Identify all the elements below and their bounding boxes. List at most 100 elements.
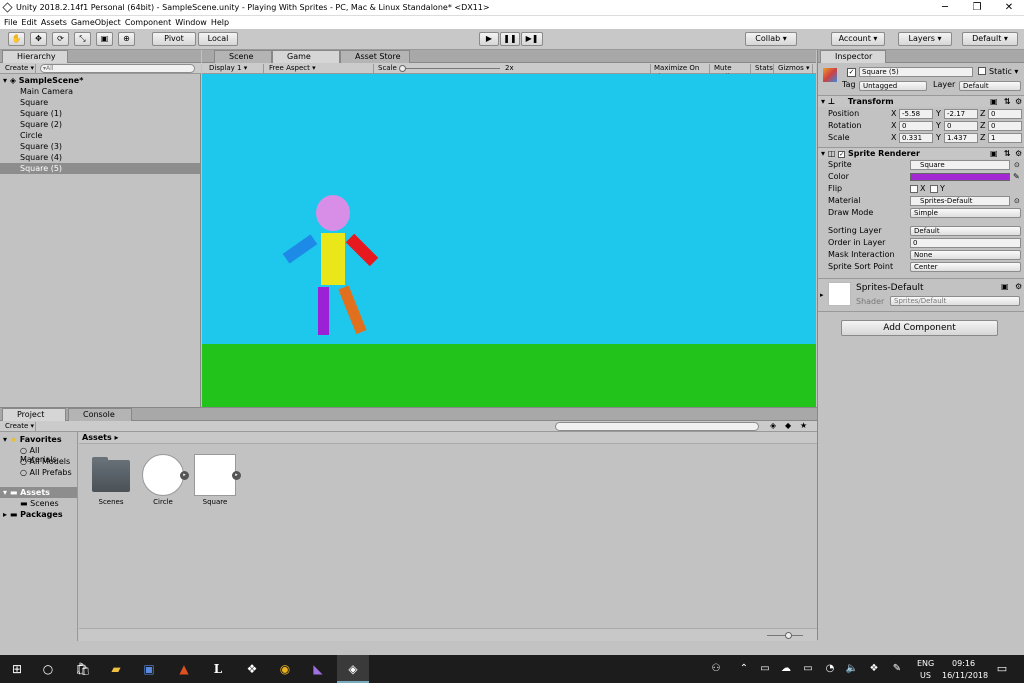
scale-x-field[interactable]: 0.331 [899, 133, 933, 143]
menu-gameobject[interactable]: GameObject [71, 16, 121, 29]
object-picker-icon[interactable]: ⊙ [1014, 195, 1020, 207]
layout-button[interactable]: Default ▾ [962, 32, 1018, 46]
layers-button[interactable]: Layers ▾ [898, 32, 952, 46]
move-tool-icon[interactable]: ✥ [30, 32, 47, 46]
expand-sprite-icon[interactable]: ▸ [180, 471, 189, 480]
gizmos-dropdown[interactable]: Gizmos ▾ [775, 64, 813, 73]
rotation-x-field[interactable]: 0 [899, 121, 933, 131]
settings-gear-icon[interactable]: ⚙ [1015, 282, 1022, 291]
sprite-renderer-header[interactable]: ▾ ◫ ✓ Sprite Renderer ▣ ⇅ ⚙ [818, 147, 1024, 159]
visual-studio-icon[interactable]: ◣ [310, 661, 326, 677]
transform-tool-icon[interactable]: ⊕ [118, 32, 135, 46]
display-dropdown[interactable]: Display 1 ▾ [206, 64, 264, 73]
scale-tool-icon[interactable]: ⤡ [74, 32, 91, 46]
play-button[interactable]: ▶ [479, 32, 499, 46]
language-indicator[interactable]: ENG [917, 659, 934, 668]
rotation-z-field[interactable]: 0 [988, 121, 1022, 131]
sprite-sort-point-dropdown[interactable]: Center [910, 262, 1021, 272]
menu-help[interactable]: Help [211, 16, 229, 29]
rotate-tool-icon[interactable]: ⟳ [52, 32, 69, 46]
preset-icon[interactable]: ⇅ [1004, 96, 1011, 108]
maximize-icon[interactable]: ❐ [962, 0, 992, 16]
battery-icon[interactable]: ▭ [800, 661, 816, 677]
project-create-button[interactable]: Create ▾ [2, 422, 36, 431]
filter-label-icon[interactable]: ◆ [785, 421, 791, 430]
pen-icon[interactable]: ✎ [889, 661, 905, 677]
people-icon[interactable]: ⚇ [708, 661, 724, 677]
material-field[interactable]: Sprites-Default [910, 196, 1010, 206]
pivot-toggle[interactable]: Pivot [152, 32, 196, 46]
tab-console[interactable]: Console [68, 408, 132, 421]
asset-scenes-folder[interactable] [90, 456, 132, 498]
notification-app-icon[interactable]: ▭ [757, 661, 773, 677]
menu-edit[interactable]: Edit [21, 16, 37, 29]
tab-game[interactable]: Game [272, 50, 340, 63]
aspect-dropdown[interactable]: Free Aspect ▾ [266, 64, 374, 73]
rotation-y-field[interactable]: 0 [944, 121, 978, 131]
scale-slider-track[interactable] [400, 68, 500, 69]
hierarchy-item[interactable]: Square (3) [0, 141, 200, 152]
network-icon[interactable]: ◔ [822, 661, 838, 677]
static-dropdown[interactable]: Static ▾ [989, 67, 1018, 76]
store-icon[interactable]: 🛍 [75, 661, 91, 677]
account-button[interactable]: Account ▾ [831, 32, 885, 46]
hierarchy-item[interactable]: Main Camera [0, 86, 200, 97]
rect-tool-icon[interactable]: ▣ [96, 32, 113, 46]
hand-tool-icon[interactable]: ✋ [8, 32, 25, 46]
scale-y-field[interactable]: 1.437 [944, 133, 978, 143]
action-center-icon[interactable]: ▭ [994, 661, 1010, 677]
hierarchy-item[interactable]: Square [0, 97, 200, 108]
cortana-icon[interactable]: ○ [40, 661, 56, 677]
position-z-field[interactable]: 0 [988, 109, 1022, 119]
add-component-button[interactable]: Add Component [841, 320, 998, 336]
hierarchy-search-input[interactable]: ▾All [40, 64, 195, 73]
transform-header[interactable]: ▾ ⊥ Transform ▣ ⇅ ⚙ [818, 95, 1024, 107]
material-section[interactable]: ▸ Sprites-Default Shader Sprites/Default… [818, 278, 1024, 309]
app-icon[interactable]: ▣ [141, 661, 157, 677]
scale-slider-thumb[interactable] [399, 65, 406, 72]
layer-dropdown[interactable]: Default [959, 81, 1021, 91]
sprite-renderer-enabled-checkbox[interactable]: ✓ [838, 151, 846, 158]
mask-interaction-dropdown[interactable]: None [910, 250, 1021, 260]
minimize-icon[interactable]: ─ [930, 0, 960, 16]
pause-button[interactable]: ❚❚ [500, 32, 520, 46]
eyedropper-icon[interactable]: ✎ [1013, 171, 1020, 183]
hierarchy-item[interactable]: Square (2) [0, 119, 200, 130]
filter-type-icon[interactable]: ◈ [770, 421, 776, 430]
chrome-icon[interactable]: ◉ [277, 661, 293, 677]
menu-assets[interactable]: Assets [41, 16, 67, 29]
stats-toggle[interactable]: Stats [752, 64, 774, 73]
clock-time[interactable]: 09:16 [952, 659, 975, 668]
favorites-node[interactable]: ▾ ★ Favorites [3, 435, 62, 444]
sprite-field[interactable]: Square [910, 160, 1010, 170]
scene-root[interactable]: ▾ ◈ SampleScene* [0, 75, 201, 86]
chevron-up-icon[interactable]: ⌃ [736, 661, 752, 677]
tab-project[interactable]: Project [2, 408, 66, 421]
hierarchy-item[interactable]: Circle [0, 130, 200, 141]
help-book-icon[interactable]: ▣ [990, 96, 998, 108]
menu-window[interactable]: Window [175, 16, 207, 29]
assets-node-selected[interactable]: ▾ ▬ Assets [0, 487, 77, 498]
file-explorer-icon[interactable]: ▰ [108, 661, 124, 677]
menu-file[interactable]: File [4, 16, 17, 29]
position-y-field[interactable]: -2.17 [944, 109, 978, 119]
step-button[interactable]: ▶❚ [521, 32, 543, 46]
tab-asset-store[interactable]: Asset Store [340, 50, 410, 63]
order-in-layer-field[interactable]: 0 [910, 238, 1021, 248]
volume-icon[interactable]: 🔈 [844, 661, 860, 677]
favorite-item[interactable]: ○ All Models [20, 457, 70, 466]
project-search-input[interactable] [555, 422, 759, 431]
game-viewport[interactable] [202, 74, 816, 407]
sorting-layer-dropdown[interactable]: Default [910, 226, 1021, 236]
local-toggle[interactable]: Local [198, 32, 238, 46]
object-picker-icon[interactable]: ⊙ [1014, 159, 1020, 171]
tab-inspector[interactable]: Inspector [820, 50, 886, 63]
dropbox-tray-icon[interactable]: ❖ [866, 661, 882, 677]
app-l-icon[interactable]: L [210, 661, 226, 677]
breadcrumb[interactable]: Assets ▸ [79, 432, 817, 444]
packages-node[interactable]: ▸ ▬ Packages [3, 510, 63, 519]
icon-size-slider-thumb[interactable] [785, 632, 792, 639]
mute-audio-toggle[interactable]: Mute Audio [711, 64, 751, 81]
help-book-icon[interactable]: ▣ [1001, 282, 1009, 291]
dropbox-icon[interactable]: ❖ [244, 661, 260, 677]
